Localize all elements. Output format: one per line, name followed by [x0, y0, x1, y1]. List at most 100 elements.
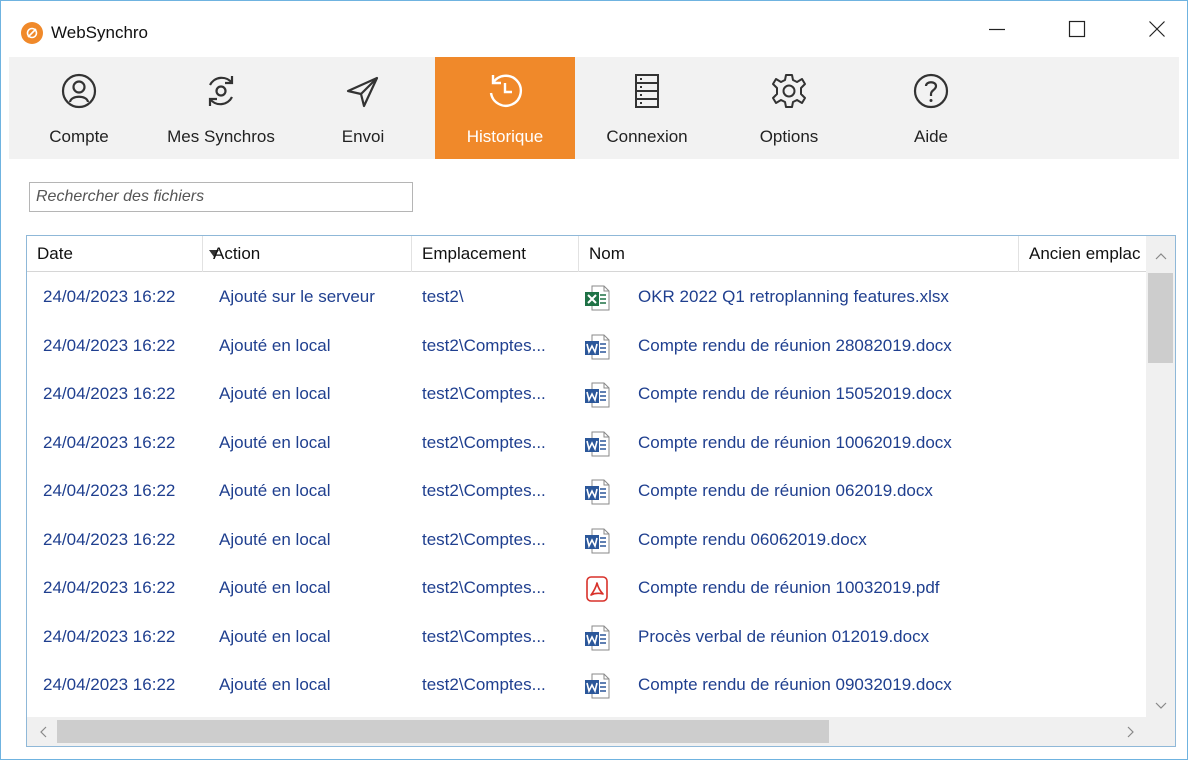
horizontal-scrollbar[interactable]	[27, 717, 1146, 746]
tab-envoi[interactable]: Envoi	[293, 57, 433, 159]
tab-mes-synchros[interactable]: Mes Synchros	[151, 57, 291, 159]
scroll-left-icon[interactable]	[33, 717, 53, 746]
row-action: Ajouté en local	[219, 335, 331, 355]
scroll-right-icon[interactable]	[1121, 717, 1141, 746]
row-date: 24/04/2023 16:22	[43, 529, 176, 549]
row-date: 24/04/2023 16:22	[43, 626, 176, 646]
row-action: Ajouté en local	[219, 384, 331, 403]
row-emplacement: test2\Comptes...	[422, 335, 546, 355]
close-button[interactable]	[1127, 1, 1187, 57]
row-date: 24/04/2023 16:22	[43, 335, 176, 355]
table-header: Date Action Emplacement Nom Ancien empla…	[27, 236, 1175, 272]
tab-options[interactable]: Options	[719, 57, 859, 159]
tab-label: Mes Synchros	[167, 127, 275, 146]
row-action: Ajouté en local	[219, 481, 331, 500]
scroll-up-icon[interactable]	[1146, 246, 1175, 266]
row-date: 24/04/2023 16:22	[43, 481, 176, 500]
column-header-action[interactable]: Action	[203, 236, 412, 272]
row-nom: Compte rendu de réunion 28082019.docx	[638, 335, 952, 355]
row-emplacement: test2\Comptes...	[422, 481, 546, 500]
row-nom: Procès verbal de réunion 012019.docx	[638, 626, 930, 646]
minimize-icon	[989, 28, 1005, 31]
row-nom: Compte rendu de réunion 09032019.docx	[638, 675, 952, 694]
row-date: 24/04/2023 16:22	[43, 578, 176, 597]
word-file-icon	[584, 334, 610, 360]
row-nom: Compte rendu de réunion 062019.docx	[638, 481, 933, 500]
row-emplacement: test2\Comptes...	[422, 675, 546, 694]
row-nom: Compte rendu de réunion 10062019.docx	[638, 432, 952, 452]
tab-label: Connexion	[606, 127, 688, 146]
row-emplacement: test2\Comptes...	[422, 384, 546, 403]
sync-icon	[199, 69, 243, 113]
row-nom: OKR 2022 Q1 retroplanning features.xlsx	[638, 287, 949, 306]
table-body: 24/04/2023 16:22 Ajouté sur le serveur tes…	[27, 273, 1146, 717]
table-row[interactable]: 24/04/2023 16:22 Ajouté en local test2\Com…	[27, 419, 1146, 468]
row-nom: Compte rendu 06062019.docx	[638, 529, 867, 549]
app-window: WebSynchro Compte Mes Synchros Envoi His…	[0, 0, 1188, 760]
word-file-icon	[584, 528, 610, 554]
tab-label: Aide	[913, 127, 949, 146]
maximize-icon	[1068, 20, 1086, 38]
tab-aide[interactable]: Aide	[861, 57, 1001, 159]
tab-label: Historique	[466, 127, 544, 146]
close-icon	[1149, 21, 1165, 37]
row-date: 24/04/2023 16:22	[43, 432, 176, 452]
row-date: 24/04/2023 16:22	[43, 287, 176, 306]
row-emplacement: test2\Comptes...	[422, 529, 546, 549]
search-input[interactable]	[29, 182, 413, 212]
row-date: 24/04/2023 16:22	[43, 384, 176, 403]
history-icon	[483, 69, 527, 113]
minimize-button[interactable]	[967, 1, 1027, 57]
row-action: Ajouté en local	[219, 432, 331, 452]
main-toolbar: Compte Mes Synchros Envoi Historique Con…	[9, 57, 1179, 159]
vertical-scrollbar[interactable]	[1146, 236, 1175, 717]
tab-connexion[interactable]: Connexion	[577, 57, 717, 159]
maximize-button[interactable]	[1047, 1, 1107, 57]
server-icon	[625, 69, 669, 113]
row-action: Ajouté en local	[219, 675, 331, 694]
help-icon	[909, 69, 953, 113]
column-header-nom[interactable]: Nom	[579, 236, 1019, 272]
row-action: Ajouté en local	[219, 578, 331, 597]
table-row[interactable]: 24/04/2023 16:22 Ajouté en local test2\Com…	[27, 467, 1146, 516]
row-emplacement: test2\Comptes...	[422, 432, 546, 452]
table-row[interactable]: 24/04/2023 16:22 Ajouté en local test2\Com…	[27, 370, 1146, 419]
table-row[interactable]: 24/04/2023 16:22 Ajouté en local test2\Com…	[27, 613, 1146, 662]
row-emplacement: test2\	[422, 287, 464, 306]
paper-plane-icon	[341, 69, 385, 113]
pdf-file-icon	[584, 576, 610, 602]
column-header-date[interactable]: Date	[27, 236, 203, 272]
history-table: Date Action Emplacement Nom Ancien empla…	[26, 235, 1176, 747]
table-row[interactable]: 24/04/2023 16:22 Ajouté en local test2\Com…	[27, 661, 1146, 710]
word-file-icon	[584, 382, 610, 408]
table-row[interactable]: 24/04/2023 16:22 Ajouté en local test2\Com…	[27, 564, 1146, 613]
tab-label: Compte	[49, 127, 109, 146]
table-row[interactable]: 24/04/2023 16:22 Ajouté sur le serveur tes…	[27, 273, 1146, 322]
toolbar-spacer	[1003, 57, 1179, 159]
vertical-scroll-thumb[interactable]	[1148, 273, 1173, 363]
tab-label: Envoi	[341, 127, 385, 146]
table-row[interactable]: 24/04/2023 16:22 Ajouté en local test2\Com…	[27, 322, 1146, 371]
table-row[interactable]: 24/04/2023 16:22 Ajouté en local test2\Com…	[27, 516, 1146, 565]
title-bar: WebSynchro	[1, 1, 1187, 57]
gear-icon	[767, 69, 811, 113]
row-action: Ajouté en local	[219, 626, 331, 646]
row-action: Ajouté sur le serveur	[219, 287, 375, 306]
row-action: Ajouté en local	[219, 529, 331, 549]
column-header-emplacement[interactable]: Emplacement	[412, 236, 579, 272]
websynchro-logo-icon	[21, 22, 43, 44]
row-nom: Compte rendu de réunion 10032019.pdf	[638, 578, 940, 597]
row-nom: Compte rendu de réunion 15052019.docx	[638, 384, 952, 403]
horizontal-scroll-thumb[interactable]	[57, 720, 829, 743]
row-emplacement: test2\Comptes...	[422, 578, 546, 597]
column-header-ancien-emplacement[interactable]: Ancien emplac	[1019, 236, 1146, 272]
word-file-icon	[584, 479, 610, 505]
tab-compte[interactable]: Compte	[9, 57, 149, 159]
scroll-down-icon[interactable]	[1146, 696, 1175, 716]
user-circle-icon	[57, 69, 101, 113]
tab-historique[interactable]: Historique	[435, 57, 575, 159]
row-date: 24/04/2023 16:22	[43, 675, 176, 694]
row-emplacement: test2\Comptes...	[422, 626, 546, 646]
window-title: WebSynchro	[51, 23, 149, 42]
word-file-icon	[584, 673, 610, 699]
